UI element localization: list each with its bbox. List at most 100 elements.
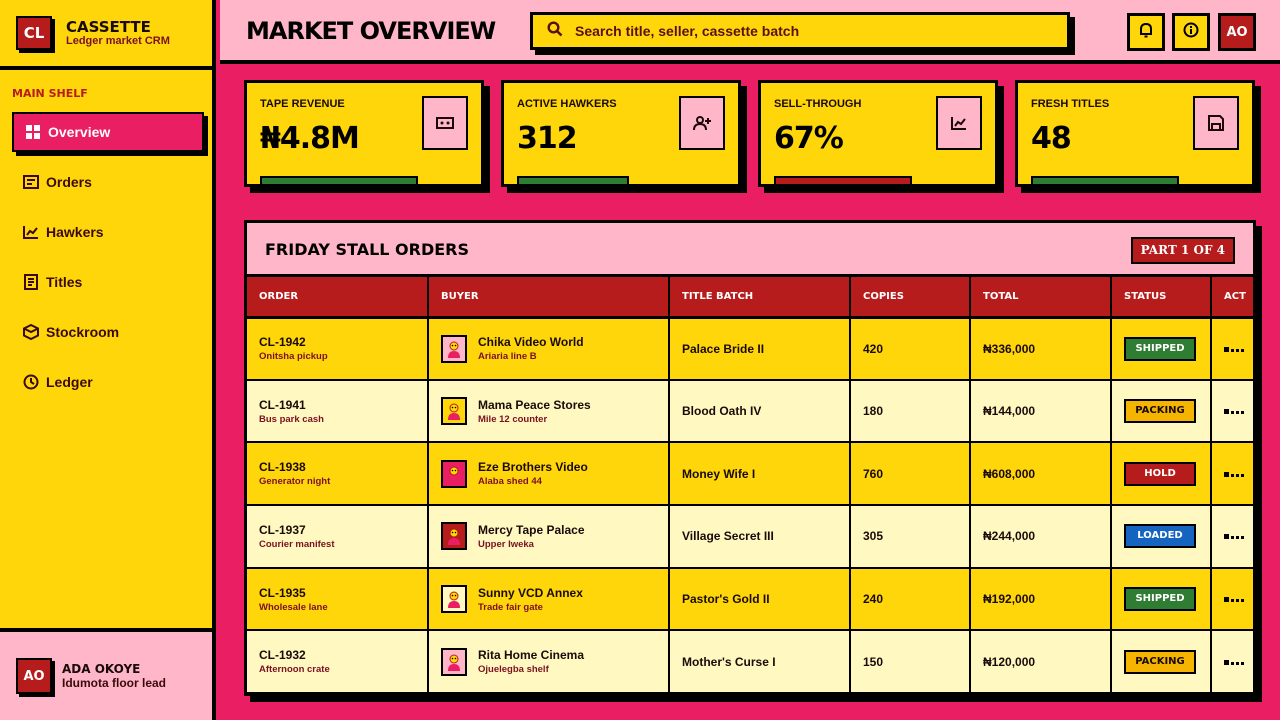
sidebar: CL CASSETTE Ledger market CRM MAIN SHELF… [0,0,216,720]
act-cell [1211,379,1253,444]
sidebar-item-titles[interactable]: Titles [12,262,204,302]
kpi-label: SELL-THROUGH [774,98,862,110]
table-row[interactable]: CL-1942 Onitsha pickup Chika Video World Ar… [247,317,1253,381]
col-header-title-batch[interactable]: TITLE BATCH [669,277,851,319]
order-cell: CL-1941 Bus park cash [247,379,429,444]
notifications-button[interactable] [1127,13,1165,51]
copies-cell: 760 [850,442,971,507]
order-id[interactable]: CL-1937 [259,523,306,537]
clock-icon [22,373,40,391]
col-header-copies[interactable]: COPIES [850,277,971,319]
order-cell: CL-1935 Wholesale lane [247,567,429,632]
act-cell [1211,442,1253,507]
sidebar-item-stockroom[interactable]: Stockroom [12,312,204,352]
search-input[interactable] [575,23,1045,39]
page-title: MARKET OVERVIEW [246,17,496,45]
kpi-trend-chip [774,176,912,184]
row-actions-icon[interactable] [1224,403,1246,419]
buyer-avatar-icon [441,459,467,488]
buyer-cell: Rita Home Cinema Ojuelegba shelf [428,630,670,693]
sidebar-item-hawkers[interactable]: Hawkers [12,212,204,252]
buyer-cell: Mercy Tape Palace Upper Iweka [428,505,670,569]
search-icon [547,21,563,41]
kpi-card-hawkers: ACTIVE HAWKERS 312 [501,80,741,187]
kpi-label: ACTIVE HAWKERS [517,98,617,110]
table-row[interactable]: CL-1932 Afternoon crate Rita Home Cinema Oj… [247,630,1253,693]
status-badge: SHIPPED [1124,336,1196,361]
brand-logo[interactable]: CL [16,16,52,50]
panel-header: FRIDAY STALL ORDERS PART 1 OF 4 [247,223,1253,277]
box-icon [22,323,40,341]
row-actions-icon[interactable] [1224,528,1246,544]
kpi-card-fresh-titles: FRESH TITLES 48 [1015,80,1255,187]
buyer-avatar-icon [441,397,467,426]
table-row[interactable]: CL-1938 Generator night Eze Brothers Video… [247,442,1253,507]
search-bar[interactable] [530,12,1070,50]
user-plus-icon [679,96,725,150]
chart-line-icon [22,223,40,241]
row-actions-icon[interactable] [1224,466,1246,482]
total-cell: ₦608,000 [970,442,1112,507]
buyer-avatar-icon [441,585,467,614]
table-row[interactable]: CL-1935 Wholesale lane Sunny VCD Annex Trad… [247,567,1253,632]
orders-panel: FRIDAY STALL ORDERS PART 1 OF 4 ORDER BU… [244,220,1256,696]
top-header: MARKET OVERVIEW AO [220,0,1280,64]
sidebar-item-ledger[interactable]: Ledger [12,362,204,402]
info-button[interactable] [1172,13,1210,51]
pagination-badge[interactable]: PART 1 OF 4 [1130,237,1235,264]
bell-icon [1138,22,1154,42]
order-id[interactable]: CL-1932 [259,648,306,662]
brand: CL CASSETTE Ledger market CRM [0,0,212,70]
buyer-cell: Eze Brothers Video Alaba shed 44 [428,442,670,507]
col-header-buyer[interactable]: BUYER [428,277,670,319]
sidebar-item-orders[interactable]: Orders [12,162,204,202]
status-cell: SHIPPED [1111,317,1212,381]
buyer-location: Trade fair gate [478,601,543,613]
buyer-name[interactable]: Mama Peace Stores [478,398,591,412]
user-profile[interactable]: AO ADA OKOYE Idumota floor lead [0,628,212,720]
buyer-name[interactable]: Eze Brothers Video [478,460,588,474]
order-note: Bus park cash [259,413,324,425]
header-avatar[interactable]: AO [1218,13,1256,51]
order-cell: CL-1942 Onitsha pickup [247,317,429,381]
col-header-act: ACT [1211,277,1253,319]
col-header-order[interactable]: ORDER [247,277,429,319]
order-id[interactable]: CL-1942 [259,335,306,349]
sidebar-item-label: Orders [46,174,92,190]
status-badge: HOLD [1124,461,1196,486]
user-role: Idumota floor lead [62,676,167,690]
order-id[interactable]: CL-1935 [259,586,306,600]
order-id[interactable]: CL-1941 [259,398,306,412]
table-row[interactable]: CL-1937 Courier manifest Mercy Tape Palace… [247,505,1253,569]
order-id[interactable]: CL-1938 [259,460,306,474]
buyer-name[interactable]: Mercy Tape Palace [478,523,585,537]
sidebar-item-label: Stockroom [46,324,120,340]
order-cell: CL-1932 Afternoon crate [247,630,429,693]
orders-icon [22,173,40,191]
kpi-trend-chip [1031,176,1179,184]
kpi-value: 312 [517,121,578,156]
panel-title: FRIDAY STALL ORDERS [265,240,470,259]
col-header-status[interactable]: STATUS [1111,277,1212,319]
total-cell: ₦120,000 [970,630,1112,693]
col-header-total[interactable]: TOTAL [970,277,1112,319]
buyer-name[interactable]: Rita Home Cinema [478,648,584,662]
title-batch-cell: Palace Bride II [669,317,851,381]
user-avatar: AO [16,658,52,694]
info-icon [1183,22,1199,42]
row-actions-icon[interactable] [1224,591,1246,607]
buyer-name[interactable]: Chika Video World [478,335,584,349]
status-cell: SHIPPED [1111,567,1212,632]
row-actions-icon[interactable] [1224,654,1246,670]
total-cell: ₦244,000 [970,505,1112,569]
table-row[interactable]: CL-1941 Bus park cash Mama Peace Stores Mil… [247,379,1253,444]
brand-subtitle: Ledger market CRM [66,35,170,47]
status-badge: LOADED [1124,524,1196,549]
row-actions-icon[interactable] [1224,341,1246,357]
buyer-name[interactable]: Sunny VCD Annex [478,586,583,600]
table-header-row: ORDER BUYER TITLE BATCH COPIES TOTAL STA… [247,277,1253,319]
sidebar-item-overview[interactable]: Overview [12,112,204,152]
list-icon [22,273,40,291]
title-batch-cell: Blood Oath IV [669,379,851,444]
orders-table: ORDER BUYER TITLE BATCH COPIES TOTAL STA… [247,277,1253,693]
